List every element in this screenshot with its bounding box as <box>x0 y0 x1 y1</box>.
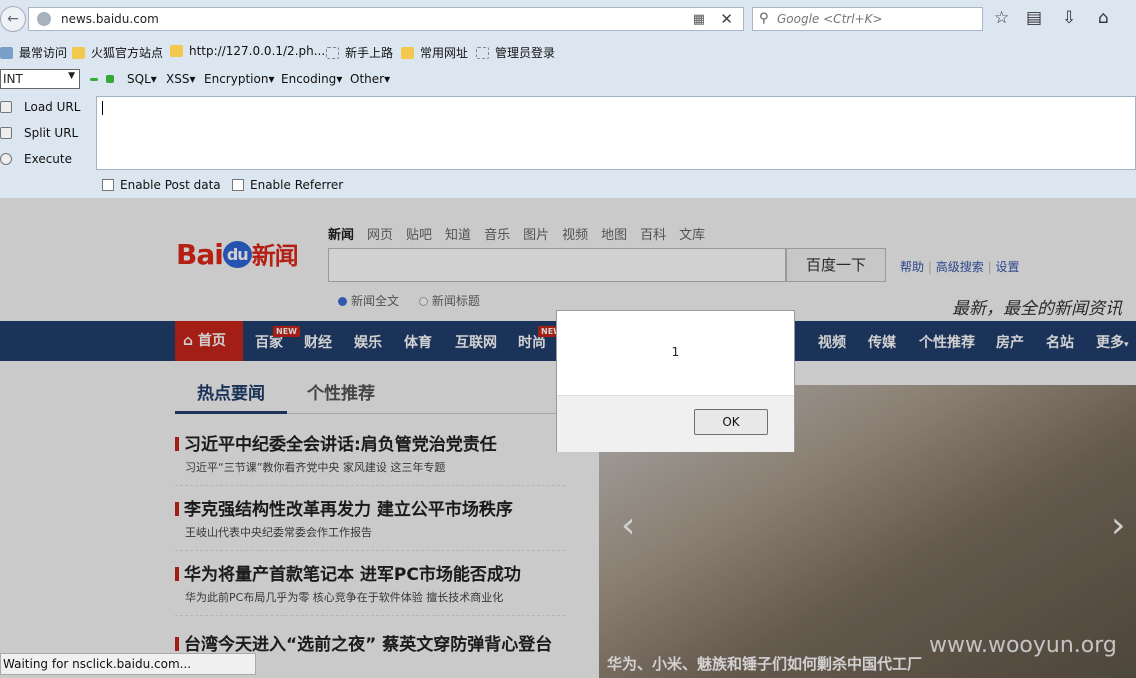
menu-other[interactable]: Other▾ <box>350 72 390 86</box>
url-textarea[interactable] <box>96 96 1136 170</box>
menu-xss[interactable]: XSS▾ <box>166 72 196 86</box>
menu-encryption[interactable]: Encryption▾ <box>204 72 274 86</box>
library-icon[interactable]: ▤ <box>1026 8 1042 28</box>
search-box[interactable]: ⚲ <box>752 7 983 31</box>
play-icon <box>0 153 12 165</box>
url-bar[interactable]: news.baidu.com ▦ ✕ <box>28 7 744 31</box>
status-bar: Waiting for nsclick.baidu.com... <box>0 653 256 675</box>
scissors-icon <box>0 127 12 139</box>
bookmarks-toolbar: 最常访问 火狐官方站点 http://127.0.0.1/2.ph... 新手上… <box>0 40 1136 64</box>
bookmark-item[interactable]: 新手上路 <box>326 44 393 61</box>
menu-encoding[interactable]: Encoding▾ <box>281 72 342 86</box>
folder-icon <box>72 47 85 59</box>
alert-dialog: 1 OK <box>556 310 795 452</box>
alert-footer: OK <box>557 395 794 452</box>
checkbox-box <box>232 179 244 191</box>
url-text[interactable]: news.baidu.com <box>61 12 159 26</box>
bookmark-item[interactable]: 常用网址 <box>401 44 468 61</box>
load-icon <box>0 101 12 113</box>
search-icon: ⚲ <box>759 11 769 26</box>
enable-referrer-checkbox[interactable]: Enable Referrer <box>232 178 343 192</box>
download-icon[interactable]: ⇩ <box>1062 8 1076 28</box>
minus-icon[interactable] <box>90 78 98 81</box>
plus-icon[interactable] <box>106 75 114 83</box>
close-icon[interactable]: ✕ <box>720 10 733 28</box>
page-icon <box>476 47 489 59</box>
hackbar-panel: INT ▼ SQL▾ XSS▾ Encryption▾ Encoding▾ Oth… <box>0 64 1136 198</box>
load-url-button[interactable]: Load URL <box>0 100 80 114</box>
gear-icon <box>0 47 13 59</box>
enable-post-checkbox[interactable]: Enable Post data <box>102 178 221 192</box>
bookmark-item[interactable]: 火狐官方站点 <box>72 44 163 61</box>
bookmark-item[interactable]: http://127.0.0.1/2.ph... <box>170 44 325 58</box>
ok-button[interactable]: OK <box>694 409 768 435</box>
type-select[interactable]: INT ▼ <box>0 69 80 89</box>
bookmark-item[interactable]: 管理员登录 <box>476 44 555 61</box>
text-caret <box>102 101 103 115</box>
navigation-toolbar: ← news.baidu.com ▦ ✕ ⚲ ☆ ▤ ⇩ ⌂ <box>0 0 1136 40</box>
menu-sql[interactable]: SQL▾ <box>127 72 157 86</box>
split-url-button[interactable]: Split URL <box>0 126 78 140</box>
chevron-down-icon: ▼ <box>68 71 75 81</box>
bookmark-item[interactable]: 最常访问 <box>0 44 67 61</box>
home-icon[interactable]: ⌂ <box>1098 8 1109 28</box>
page-icon <box>326 47 339 59</box>
folder-icon <box>401 47 414 59</box>
back-button[interactable]: ← <box>0 6 26 32</box>
alert-message: 1 <box>671 345 680 359</box>
bookmark-star-icon[interactable]: ☆ <box>994 8 1009 28</box>
execute-button[interactable]: Execute <box>0 152 72 166</box>
checkbox-box <box>102 179 114 191</box>
qr-code-icon[interactable]: ▦ <box>693 12 705 27</box>
globe-icon <box>37 12 51 26</box>
page-icon <box>170 45 183 57</box>
search-input[interactable] <box>777 10 977 28</box>
